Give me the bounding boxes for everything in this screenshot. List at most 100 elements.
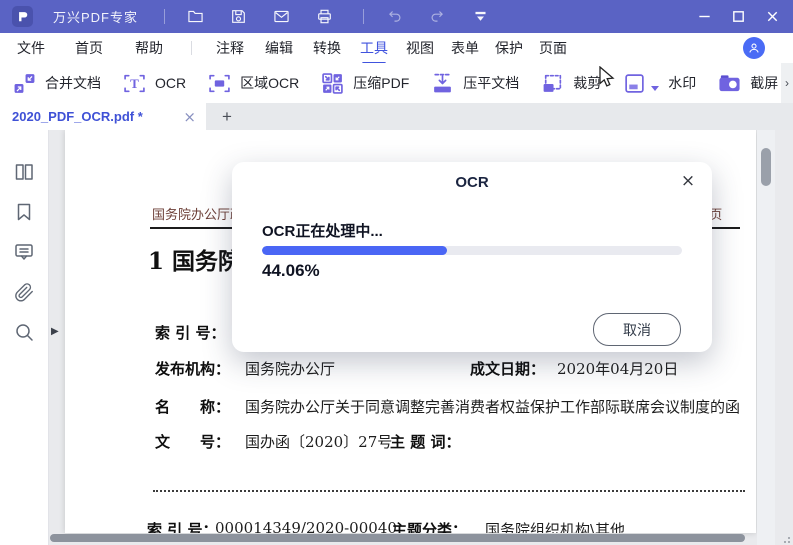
field-value: 国务院办公厅关于同意调整完善消费者权益保护工作部际联席会议制度的函 bbox=[245, 398, 741, 416]
vertical-scrollbar[interactable] bbox=[757, 130, 775, 545]
email-icon[interactable] bbox=[268, 4, 294, 30]
field-value: 000014349/2020-00040 bbox=[215, 519, 397, 533]
screenshot-icon bbox=[719, 74, 740, 91]
titlebar-divider bbox=[164, 9, 166, 24]
page-header-left: 国务院办公厅政 bbox=[152, 208, 244, 223]
tool-label: 压缩PDF bbox=[353, 75, 410, 91]
ocr-status-text: OCR正在处理中... bbox=[262, 223, 383, 240]
field-value: 国办函〔2020〕27号 bbox=[245, 433, 393, 451]
resize-grip[interactable] bbox=[782, 535, 790, 543]
menu-tools[interactable]: 工具 bbox=[360, 38, 388, 65]
merge-documents-icon bbox=[14, 73, 35, 93]
compress-pdf-button[interactable]: 压缩PDF bbox=[321, 72, 409, 95]
tool-label: 压平文档 bbox=[463, 75, 520, 91]
tools-toolbar: 合并文档 T OCR 区域OCR 压缩PDF 压平文档 裁剪 水印 截屏 › bbox=[0, 63, 793, 104]
field-label: 主题分类： bbox=[392, 521, 468, 533]
tool-label: 合并文档 bbox=[45, 75, 101, 91]
comments-panel-icon[interactable] bbox=[13, 241, 35, 263]
tool-label: OCR bbox=[155, 75, 187, 91]
undo-icon[interactable] bbox=[381, 4, 407, 30]
menu-protect[interactable]: 保护 bbox=[495, 38, 523, 58]
cancel-button[interactable]: 取消 bbox=[593, 313, 681, 346]
bookmarks-panel-icon[interactable] bbox=[13, 201, 35, 223]
document-heading: 1 国务院 bbox=[148, 248, 242, 275]
field-value: 国务院组织机构\其他 bbox=[485, 521, 626, 533]
menu-bar: 文件 首页 帮助 注释 编辑 转换 工具 视图 表单 保护 页面 bbox=[0, 33, 793, 65]
app-logo-icon bbox=[12, 6, 33, 27]
field-label: 成文日期： bbox=[470, 360, 546, 378]
app-window: 万兴PDF专家 文件 首页 帮助 注释 编辑 转换 工具 视图 表单 保护 页面… bbox=[0, 0, 793, 545]
watermark-icon bbox=[625, 73, 644, 93]
area-ocr-icon bbox=[209, 74, 230, 92]
vertical-scrollbar-thumb[interactable] bbox=[761, 148, 771, 186]
dotted-separator bbox=[153, 490, 745, 492]
new-tab-button[interactable]: + bbox=[214, 103, 240, 130]
menu-file[interactable]: 文件 bbox=[17, 38, 45, 58]
field-label: 主 题 词： bbox=[390, 433, 461, 451]
ocr-progress-fill bbox=[262, 246, 448, 255]
flatten-document-icon bbox=[434, 73, 452, 92]
ocr-progress-bar bbox=[262, 246, 682, 255]
tool-label: 水印 bbox=[668, 75, 697, 91]
menu-page[interactable]: 页面 bbox=[539, 38, 567, 58]
menu-convert[interactable]: 转换 bbox=[313, 38, 341, 58]
tool-label: 截屏 bbox=[750, 75, 779, 91]
left-sidebar bbox=[0, 130, 49, 545]
tool-label: 区域OCR bbox=[240, 75, 300, 91]
ocr-progress-dialog: OCR × OCR正在处理中... 44.06% 取消 bbox=[232, 162, 712, 352]
dialog-close-icon[interactable]: × bbox=[678, 171, 698, 191]
field-label: 发布机构： bbox=[155, 360, 231, 378]
titlebar-divider bbox=[363, 9, 365, 24]
flatten-document-button[interactable]: 压平文档 bbox=[431, 72, 519, 95]
maximize-button[interactable] bbox=[721, 0, 755, 33]
menu-form[interactable]: 表单 bbox=[451, 38, 479, 58]
svg-text:T: T bbox=[130, 76, 139, 91]
customize-toolbar-icon[interactable] bbox=[467, 4, 493, 30]
overflow-chevron-icon: › bbox=[785, 76, 789, 90]
print-icon[interactable] bbox=[311, 4, 337, 30]
field-value: 国务院办公厅 bbox=[245, 360, 336, 378]
toolbar-overflow-button[interactable]: › bbox=[781, 63, 793, 103]
menu-comment[interactable]: 注释 bbox=[216, 38, 244, 58]
chevron-down-icon[interactable] bbox=[651, 85, 660, 91]
save-icon[interactable] bbox=[225, 4, 251, 30]
dialog-title: OCR bbox=[455, 174, 489, 191]
search-panel-icon[interactable] bbox=[13, 321, 35, 343]
menu-help[interactable]: 帮助 bbox=[135, 38, 163, 58]
menu-home[interactable]: 首页 bbox=[75, 38, 103, 58]
tab-title: 2020_PDF_OCR.pdf * bbox=[12, 109, 143, 124]
field-label: 索 引 号： bbox=[155, 324, 226, 342]
field-value: 2020年04月20日 bbox=[557, 360, 679, 378]
menu-edit[interactable]: 编辑 bbox=[265, 38, 293, 58]
compress-pdf-icon bbox=[322, 72, 343, 94]
close-button[interactable] bbox=[755, 0, 789, 33]
title-bar: 万兴PDF专家 bbox=[0, 0, 793, 33]
screenshot-button[interactable]: 截屏 bbox=[718, 72, 778, 95]
area-ocr-button[interactable]: 区域OCR bbox=[208, 72, 299, 95]
cancel-button-label: 取消 bbox=[623, 321, 651, 338]
field-label: 索 引 号： bbox=[147, 521, 218, 533]
thumbnails-panel-icon[interactable] bbox=[13, 161, 35, 183]
open-folder-icon[interactable] bbox=[182, 4, 208, 30]
field-label: 文 号： bbox=[155, 433, 231, 451]
redo-icon[interactable] bbox=[424, 4, 450, 30]
panel-expand-icon[interactable]: ▶ bbox=[51, 326, 59, 337]
document-tab-bar: 2020_PDF_OCR.pdf * × + bbox=[0, 103, 793, 130]
menu-divider bbox=[191, 41, 192, 55]
watermark-button[interactable]: 水印 bbox=[623, 72, 696, 95]
tab-close-icon[interactable]: × bbox=[183, 108, 196, 126]
app-title: 万兴PDF专家 bbox=[53, 10, 139, 25]
crop-button[interactable]: 裁剪 bbox=[541, 72, 601, 95]
menu-view[interactable]: 视图 bbox=[406, 38, 434, 58]
ocr-progress-percent: 44.06% bbox=[262, 261, 320, 280]
minimize-button[interactable] bbox=[687, 0, 721, 33]
horizontal-scrollbar-thumb[interactable] bbox=[50, 534, 745, 542]
ocr-button[interactable]: T OCR bbox=[123, 72, 186, 95]
attachments-panel-icon[interactable] bbox=[13, 281, 35, 303]
ocr-icon: T bbox=[124, 74, 145, 92]
mouse-cursor bbox=[599, 66, 615, 87]
field-label: 名 称： bbox=[155, 398, 231, 416]
merge-documents-button[interactable]: 合并文档 bbox=[13, 72, 101, 95]
user-avatar[interactable] bbox=[743, 37, 765, 59]
document-tab[interactable]: 2020_PDF_OCR.pdf * × bbox=[0, 103, 206, 130]
